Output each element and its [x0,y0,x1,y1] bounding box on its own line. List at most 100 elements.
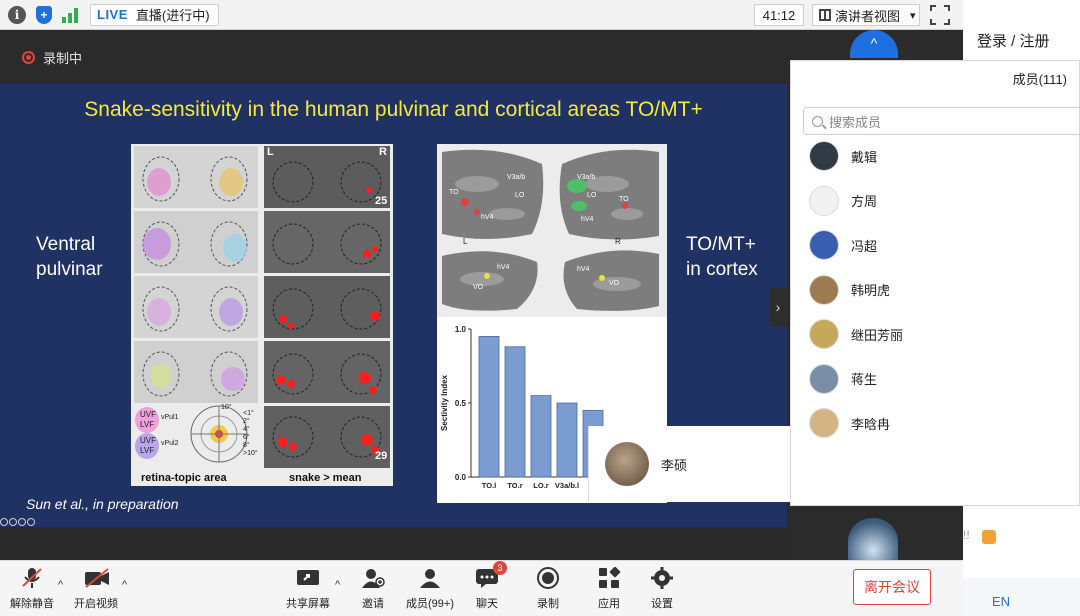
avatar [605,442,649,486]
record-icon [536,567,560,589]
participant-name: 李硕 [661,457,688,473]
shield-icon[interactable]: + [36,5,52,24]
view-mode-label: 演讲者视图 [835,8,901,24]
x-tick-label: TO.r [507,481,522,490]
legend-lvf-2: LVF [140,446,155,455]
y-tick-label: 0.0 [455,473,467,482]
record-button[interactable]: 录制 [516,567,580,611]
right-side-label: TO/MT+ in cortex [686,232,758,282]
member-item[interactable]: 李晗冉 [809,408,890,438]
live-status-box[interactable]: LIVE 直播(进行中) [90,3,219,26]
audio-options-caret[interactable]: ^ [58,579,63,591]
member-name: 韩明虎 [851,283,891,298]
member-name: 继田芳丽 [851,327,904,343]
avatar [809,363,839,394]
signal-icon[interactable] [62,7,80,23]
right-label-line1: TO/MT+ [686,234,756,255]
dot-icon[interactable] [18,518,26,526]
member-item[interactable]: 韩明虎 [809,274,891,305]
brain-label: hV4 [581,216,594,223]
legend-vpul2: vPul2 [161,440,179,447]
hemisphere-label-right: R [615,237,621,246]
chevron-up-icon: ^ [870,35,878,51]
unmute-button[interactable]: 解除静音 [0,567,64,611]
member-name: 冯超 [851,238,878,254]
view-layout-icon [819,9,831,21]
fullscreen-corner [944,5,950,11]
participant-thumbnail[interactable] [848,518,898,564]
meeting-toolbar: 解除静音 ^ 开启视频 ^ 共享屏幕 ^ 邀请 成员(99+) 3 聊天 录制 … [0,560,963,616]
x-tick-label: TO.l [482,481,496,490]
language-en-button[interactable]: EN [992,594,1010,609]
members-button[interactable]: 成员(99+) [398,567,462,611]
member-search-input[interactable]: 搜索成员 [803,107,1080,135]
members-icon [418,567,442,589]
dot-icon[interactable] [27,518,35,526]
invite-button[interactable]: 邀请 [341,567,405,611]
avatar [809,141,839,171]
x-tick-label: V3a/b.l [555,481,579,490]
member-item[interactable]: 戴辑 [809,141,877,171]
record-dot-icon [22,50,35,64]
brain-label: V3a/b [507,174,526,181]
brain-label: LO [587,192,597,199]
microphone-muted-icon [20,567,44,589]
login-register-link[interactable]: 登录 / 注册 [977,30,1050,51]
live-tag: LIVE [97,7,128,22]
degree-label: 8° [243,442,250,449]
recording-indicator: 录制中 [0,30,787,84]
thumbs-up-icon[interactable] [982,530,996,544]
avatar [809,230,839,260]
view-mode-button[interactable]: 演讲者视图 ▾ [812,4,920,26]
unmute-label: 解除静音 [10,598,54,610]
live-status: 直播(进行中) [135,8,210,23]
brain-label: V3a/b [577,174,596,181]
mini-controls [0,518,35,526]
brain-label: TO [449,189,459,196]
degree-label: 6° [243,434,250,441]
left-label-line1: Ventral [36,234,96,255]
share-screen-button[interactable]: 共享屏幕 [276,567,340,611]
member-item[interactable]: 继田芳丽 [809,319,903,349]
video-options-caret[interactable]: ^ [122,579,127,591]
x-tick-label: LO.r [533,481,548,490]
fullscreen-button[interactable] [930,5,950,25]
share-screen-label: 共享屏幕 [286,598,330,610]
cortex-brain-art [442,149,659,311]
settings-button[interactable]: 设置 [630,567,694,611]
start-video-button[interactable]: 开启视频 [64,567,128,611]
bar [556,402,578,478]
start-video-label: 开启视频 [74,598,118,610]
member-name: 戴辑 [851,149,878,165]
recording-label: 录制中 [43,50,83,66]
info-icon[interactable]: i [8,5,26,24]
share-options-caret[interactable]: ^ [335,579,340,591]
share-screen-icon [296,567,320,589]
hemisphere-label-left: L [463,237,468,246]
y-tick-label: 0.5 [455,399,467,408]
legend-uvf: UVF [140,410,156,419]
subject-count-top: 25 [375,195,388,207]
left-label-line2: pulvinar [36,259,103,280]
brain-label: hV4 [497,264,510,271]
invite-label: 邀请 [362,598,384,610]
apps-grid-icon [597,566,621,589]
brain-label: VO [609,280,620,287]
legend-degree-top: 10° [221,404,232,411]
member-item[interactable]: 方周 [809,185,877,216]
legend-lvf: LVF [140,420,155,429]
y-axis-label: Sectivity Index [440,374,449,431]
pulvinar-figure-art [134,146,390,468]
cortex-brain-figure: V3a/b LO TO hV4 V3a/b LO TO hV4 L R hV4 … [437,144,667,317]
member-item[interactable]: 蒋生 [809,363,877,394]
record-label: 录制 [537,598,559,610]
participant-video-tile[interactable]: 李硕 [588,426,790,502]
brain-label: VO [473,284,484,291]
expand-panel-button[interactable]: › [769,288,787,326]
dot-icon[interactable] [9,518,17,526]
member-item[interactable]: 冯超 [809,230,877,260]
dot-icon[interactable] [0,518,8,526]
chat-label: 聊天 [476,598,498,610]
chat-button[interactable]: 3 聊天 [455,561,519,611]
leave-meeting-button[interactable]: 离开会议 [853,569,931,605]
